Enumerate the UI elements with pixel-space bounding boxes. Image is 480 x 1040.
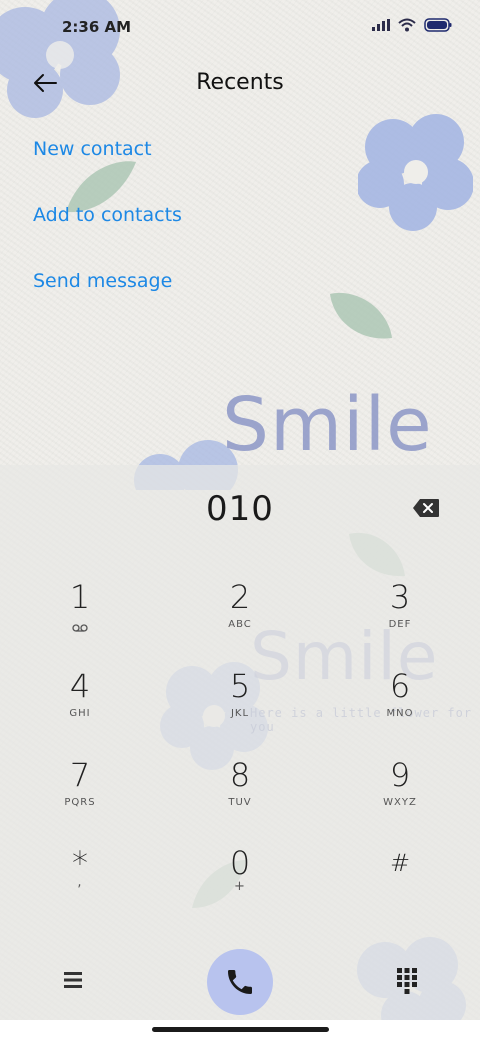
key-digit: 4 xyxy=(69,667,91,705)
dialer-panel: 010 1 2 ABC 3 DEF 4 GHI 5 JKL 6 MNO 7 PQ… xyxy=(0,465,480,1020)
dialpad-icon[interactable] xyxy=(392,965,422,995)
key-digit: 2 xyxy=(229,578,251,616)
key-5[interactable]: 5 JKL xyxy=(170,666,310,746)
key-digit: # xyxy=(389,849,411,877)
key-7[interactable]: 7 PQRS xyxy=(10,755,150,835)
key-0[interactable]: 0 + xyxy=(170,843,310,923)
key-letters: JKL xyxy=(230,708,250,719)
key-letters: WXYZ xyxy=(383,797,417,808)
key-4[interactable]: 4 GHI xyxy=(10,666,150,746)
key-2[interactable]: 2 ABC xyxy=(170,577,310,657)
key-digit: 9 xyxy=(389,756,411,794)
status-time: 2:36 AM xyxy=(62,18,132,36)
key-letters: TUV xyxy=(228,797,252,808)
key-1[interactable]: 1 xyxy=(10,577,150,657)
key-letters: DEF xyxy=(388,619,412,630)
header: Recents xyxy=(0,56,480,110)
key-digit: 5 xyxy=(229,667,251,705)
key-star[interactable]: * , xyxy=(10,843,150,923)
battery-icon xyxy=(424,18,452,32)
key-6[interactable]: 6 MNO xyxy=(330,666,470,746)
key-hash[interactable]: # xyxy=(330,843,470,923)
key-letters: GHI xyxy=(69,708,91,719)
wifi-icon xyxy=(398,18,416,32)
key-letters: , xyxy=(77,875,83,890)
key-letters: + xyxy=(234,879,246,894)
signal-icon xyxy=(372,19,390,31)
key-digit: 7 xyxy=(69,756,91,794)
status-icons xyxy=(372,18,452,32)
menu-icon[interactable] xyxy=(56,967,90,993)
key-letters: ABC xyxy=(228,619,252,630)
key-digit: 0 xyxy=(229,844,251,882)
status-bar: 2:36 AM xyxy=(0,0,480,56)
dialer-bottom-bar xyxy=(0,945,480,1015)
key-9[interactable]: 9 WXYZ xyxy=(330,755,470,835)
key-letters: MNO xyxy=(386,708,414,719)
add-to-contacts-link[interactable]: Add to contacts xyxy=(33,204,182,226)
key-3[interactable]: 3 DEF xyxy=(330,577,470,657)
send-message-link[interactable]: Send message xyxy=(33,270,172,292)
key-digit: 6 xyxy=(389,667,411,705)
key-digit: 8 xyxy=(229,756,251,794)
key-digit: 3 xyxy=(389,578,411,616)
key-8[interactable]: 8 TUV xyxy=(170,755,310,835)
dialed-number: 010 xyxy=(206,489,274,529)
backspace-icon[interactable] xyxy=(412,498,440,518)
key-letters: PQRS xyxy=(64,797,96,808)
page-title: Recents xyxy=(196,70,284,95)
new-contact-link[interactable]: New contact xyxy=(33,138,152,160)
navigation-bar xyxy=(0,1020,480,1040)
voicemail-icon xyxy=(10,617,150,632)
home-indicator[interactable] xyxy=(152,1027,329,1032)
call-button[interactable] xyxy=(207,949,273,1015)
phone-icon xyxy=(228,970,252,994)
key-digit: 1 xyxy=(69,578,91,616)
